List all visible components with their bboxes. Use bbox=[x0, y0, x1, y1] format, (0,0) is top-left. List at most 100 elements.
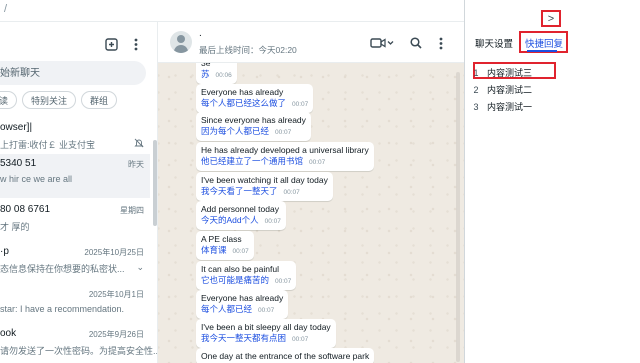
chat-item-preview: w hir ce we are all bbox=[0, 174, 73, 184]
chat-item-time: 昨天 bbox=[128, 160, 144, 169]
chat-list-item[interactable]: star: I have a recommendation. 2025年10月1… bbox=[0, 284, 150, 328]
message-time: 00:07 bbox=[275, 278, 292, 285]
new-chat-icon[interactable] bbox=[101, 34, 121, 54]
quick-reply-text: 内容测试二 bbox=[487, 85, 533, 95]
message-translation: 苏 bbox=[201, 69, 210, 79]
message-translation: 因为每个人都已经 bbox=[201, 126, 270, 136]
message-text: Everyone has already bbox=[201, 293, 284, 303]
chat-item-time: 2025年9月26日 bbox=[88, 330, 144, 339]
chat-item-time: 2025年10月1日 bbox=[88, 290, 144, 299]
chat-item-name: ·p bbox=[0, 246, 9, 257]
quick-reply-panel: > 聊天设置 快捷回复 1 内容测试三 2 内容测试二 3 内容测试一 bbox=[464, 0, 640, 363]
chat-list-scrollbar[interactable] bbox=[153, 140, 157, 226]
message-translation: 我今天一整天都有点困 bbox=[201, 333, 287, 343]
message-text: Since everyone has already bbox=[201, 115, 306, 125]
chat-item-name: ook bbox=[0, 328, 17, 339]
message-time: 00:07 bbox=[292, 336, 309, 343]
filter-chips: 读 特别关注 群组 bbox=[0, 91, 118, 111]
video-call-icon[interactable] bbox=[369, 33, 395, 53]
conversation-scrollbar[interactable] bbox=[456, 72, 460, 362]
message-time: 00:07 bbox=[292, 101, 309, 108]
message-bubble[interactable]: One day at the entrance of the software … bbox=[196, 348, 375, 363]
chat-list-item-active[interactable]: 5340 51 w hir ce we are all 昨天 bbox=[0, 154, 150, 198]
message-bubble[interactable]: I've been a bit sleepy all day today 我今天… bbox=[196, 319, 336, 348]
quick-reply-list: 1 内容测试三 2 内容测试二 3 内容测试一 bbox=[465, 60, 640, 115]
quick-reply-item[interactable]: 2 内容测试二 bbox=[465, 81, 640, 98]
quick-reply-item[interactable]: 3 内容测试一 bbox=[465, 98, 640, 115]
chat-list-item[interactable]: 80 08 6761 才 厚的 星期四 bbox=[0, 200, 150, 244]
message-time: 00:07 bbox=[232, 248, 249, 255]
message-translation: 它也可能是痛苦的 bbox=[201, 275, 270, 285]
message-text: He has already developed a universal lib… bbox=[201, 145, 369, 155]
message-text: One day at the entrance of the software … bbox=[201, 351, 370, 361]
chat-list-header bbox=[0, 22, 157, 62]
message-translation: 每个人都已经这么做了 bbox=[201, 98, 287, 108]
chat-item-name: 5340 51 bbox=[0, 158, 37, 169]
message-time: 00:07 bbox=[283, 189, 300, 196]
message-text: I've been watching it all day today bbox=[201, 175, 328, 185]
avatar[interactable] bbox=[170, 31, 192, 53]
search-input[interactable] bbox=[0, 61, 146, 85]
chat-item-preview: 上打雷:收付￡ 业支付宝 bbox=[0, 140, 96, 150]
message-translation: 每个人都已经 bbox=[201, 304, 253, 314]
collapse-panel-button[interactable]: > bbox=[541, 10, 561, 27]
panel-tabs: 聊天设置 快捷回复 bbox=[475, 31, 568, 53]
filter-favorites[interactable]: 特别关注 bbox=[22, 91, 77, 109]
chevron-down-icon[interactable]: ⌄ bbox=[136, 262, 144, 273]
message-bubble[interactable]: I've been watching it all day today 我今天看… bbox=[196, 172, 333, 201]
message-bubble[interactable]: Since everyone has already 因为每个人都已经 00:07 bbox=[196, 112, 311, 141]
message-translation: 体育课 bbox=[201, 245, 227, 255]
search-field[interactable] bbox=[0, 61, 146, 85]
conversation-pane: . 最后上线时间：今天02:20 3e 苏 00:06 Everyone has … bbox=[158, 22, 464, 363]
message-translation: 我今天看了一整天了 bbox=[201, 186, 278, 196]
chat-item-preview: 请勿发送了一次性密码。为提高安全性... bbox=[0, 346, 158, 356]
message-translation: 他已经建立了一个通用书馆 bbox=[201, 156, 304, 166]
message-text: Add personnel today bbox=[201, 204, 279, 214]
message-time: 00:07 bbox=[264, 218, 281, 225]
message-text: Everyone has already bbox=[201, 87, 284, 97]
chat-item-time: 星期四 bbox=[120, 206, 144, 215]
message-text: I've been a bit sleepy all day today bbox=[201, 322, 331, 332]
chat-list-item[interactable]: ·p 态信息保持在你想要的私密状... 2025年10月25日 ⌄ bbox=[0, 242, 150, 286]
breadcrumb: / bbox=[4, 3, 8, 15]
tab-chat-settings[interactable]: 聊天设置 bbox=[475, 36, 513, 50]
chat-list-panel: 读 特别关注 群组 owser]| 上打雷:收付￡ 业支付宝 5340 51 w… bbox=[0, 22, 158, 363]
quick-reply-number: 3 bbox=[473, 101, 479, 112]
chat-item-time: 2025年10月25日 bbox=[84, 248, 144, 257]
chat-item-preview: 才 厚的 bbox=[0, 222, 30, 232]
message-bubble[interactable]: Everyone has already 每个人都已经这么做了 00:07 bbox=[196, 84, 314, 113]
message-bubble[interactable]: He has already developed a universal lib… bbox=[196, 142, 374, 171]
last-seen-status: 最后上线时间：今天02:20 bbox=[199, 45, 297, 55]
chat-list-item[interactable]: ook 请勿发送了一次性密码。为提高安全性... 2025年9月26日 bbox=[0, 324, 157, 363]
search-icon[interactable] bbox=[406, 33, 426, 53]
quick-reply-item[interactable]: 1 内容测试三 bbox=[465, 64, 640, 81]
quick-reply-text: 内容测试一 bbox=[487, 102, 533, 112]
quick-reply-number: 2 bbox=[473, 84, 479, 95]
filter-groups[interactable]: 群组 bbox=[81, 91, 118, 109]
chat-item-preview: 态信息保持在你想要的私密状... bbox=[0, 264, 125, 274]
tab-underline bbox=[527, 50, 557, 52]
message-bubble[interactable]: Add personnel today 今天的Add个人 00:07 bbox=[196, 201, 286, 230]
message-text: A PE class bbox=[201, 234, 242, 244]
tab-quick-reply[interactable]: 快捷回复 bbox=[525, 36, 563, 50]
quick-reply-number: 1 bbox=[473, 67, 479, 78]
conversation-header[interactable]: . 最后上线时间：今天02:20 bbox=[158, 22, 464, 63]
menu-dots-icon[interactable] bbox=[431, 33, 451, 53]
chat-item-preview: star: I have a recommendation. bbox=[0, 304, 125, 314]
message-bubble[interactable]: A PE class 体育课 00:07 bbox=[196, 231, 254, 260]
message-text: It can also be painful bbox=[201, 264, 279, 274]
message-bubble[interactable]: It can also be painful 它也可能是痛苦的 00:07 bbox=[196, 261, 297, 290]
chat-item-name: owser]| bbox=[0, 122, 33, 133]
message-time: 00:07 bbox=[309, 159, 326, 166]
message-time: 00:06 bbox=[215, 72, 232, 79]
menu-dots-icon[interactable] bbox=[126, 34, 146, 54]
message-time: 00:07 bbox=[275, 129, 292, 136]
contact-name: . bbox=[199, 28, 202, 39]
message-time: 00:07 bbox=[258, 307, 275, 314]
muted-icon bbox=[134, 138, 144, 150]
message-translation: 今天的Add个人 bbox=[201, 215, 259, 225]
filter-unread[interactable]: 读 bbox=[0, 91, 18, 109]
window-topbar: / bbox=[0, 0, 464, 22]
chevron-right-icon: > bbox=[547, 12, 555, 25]
message-bubble[interactable]: Everyone has already 每个人都已经 00:07 bbox=[196, 290, 289, 319]
